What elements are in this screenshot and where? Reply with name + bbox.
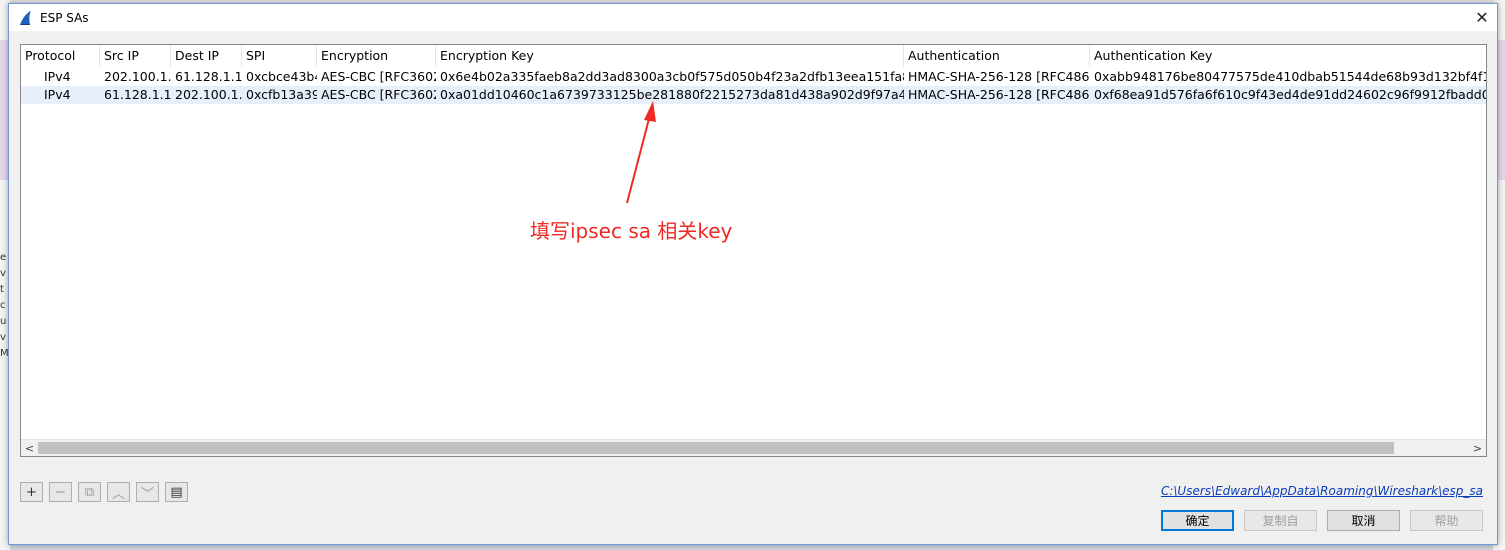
cell-encryption[interactable]: AES-CBC [RFC3602] [317, 86, 436, 104]
cell-encryption[interactable]: AES-CBC [RFC3602] [317, 68, 436, 86]
column-header-dest-ip[interactable]: Dest IP [171, 45, 242, 67]
cell-encryption-key[interactable]: 0x6e4b02a335faeb8a2dd3ad8300a3cb0f575d05… [436, 68, 904, 86]
chevron-down-icon: ﹀ [140, 486, 154, 502]
minus-icon: − [55, 484, 66, 500]
sa-toolbar: + − ⧉ ︿ ﹀ ▤ [20, 482, 188, 502]
cell-protocol[interactable]: IPv4 [21, 68, 100, 86]
column-header-src-ip[interactable]: Src IP [100, 45, 171, 67]
table-row[interactable]: IPv461.128.1.10202.100.1.10xcfb13a39AES-… [21, 86, 1486, 104]
scroll-right-icon[interactable]: > [1469, 440, 1486, 456]
column-header-encryption-key[interactable]: Encryption Key [436, 45, 904, 67]
chevron-up-icon: ︿ [111, 486, 125, 502]
column-header-encryption[interactable]: Encryption [317, 45, 436, 67]
clear-list-icon: ▤ [170, 484, 183, 500]
help-button[interactable]: 帮助 [1410, 510, 1483, 531]
table-header: Protocol Src IP Dest IP SPI Encryption Encryp… [21, 45, 1486, 67]
cell-authentication-key[interactable]: 0xf68ea91d576fa6f610c9f43ed4de91dd24602c… [1090, 86, 1486, 104]
copy-entry-button[interactable]: ⧉ [78, 482, 101, 502]
cell-spi[interactable]: 0xcfb13a39 [242, 86, 317, 104]
clear-entries-button[interactable]: ▤ [165, 482, 188, 502]
cell-encryption-key[interactable]: 0xa01dd10460c1a6739733125be281880f221527… [436, 86, 904, 104]
esp-sa-table[interactable]: Protocol Src IP Dest IP SPI Encryption Encryp… [20, 44, 1487, 457]
cell-dest-ip[interactable]: 202.100.1.1 [171, 86, 242, 104]
close-icon: ✕ [1475, 8, 1489, 27]
cell-dest-ip[interactable]: 61.128.1.10 [171, 68, 242, 86]
column-header-authentication-key[interactable]: Authentication Key [1090, 45, 1486, 67]
cell-authentication-key[interactable]: 0xabb948176be80477575de410dbab51544de68b… [1090, 68, 1486, 86]
copy-icon: ⧉ [84, 484, 95, 500]
copy-from-button[interactable]: 复制自 [1244, 510, 1317, 531]
add-entry-button[interactable]: + [20, 482, 43, 502]
cell-authentication[interactable]: HMAC-SHA-256-128 [RFC4868] [904, 68, 1090, 86]
plus-icon: + [26, 484, 37, 500]
scroll-thumb[interactable] [38, 442, 1394, 454]
title-bar[interactable]: ESP SAs ✕ [9, 4, 1497, 31]
close-button[interactable]: ✕ [1467, 4, 1497, 31]
table-row[interactable]: IPv4202.100.1.161.128.1.100xcbce43b4AES-… [21, 68, 1486, 86]
column-header-protocol[interactable]: Protocol [21, 45, 100, 67]
table-body: IPv4202.100.1.161.128.1.100xcbce43b4AES-… [21, 68, 1486, 104]
ok-button[interactable]: 确定 [1161, 510, 1234, 531]
config-file-path-link[interactable]: C:\Users\Edward\AppData\Roaming\Wireshar… [1161, 484, 1483, 498]
cell-src-ip[interactable]: 61.128.1.10 [100, 86, 171, 104]
column-header-spi[interactable]: SPI [242, 45, 317, 67]
window-title: ESP SAs [40, 10, 89, 25]
dialog-buttons: 确定 复制自 取消 帮助 [1161, 510, 1483, 531]
cell-src-ip[interactable]: 202.100.1.1 [100, 68, 171, 86]
cell-spi[interactable]: 0xcbce43b4 [242, 68, 317, 86]
cell-protocol[interactable]: IPv4 [21, 86, 100, 104]
scroll-left-icon[interactable]: < [21, 440, 38, 456]
column-header-authentication[interactable]: Authentication [904, 45, 1090, 67]
move-down-button[interactable]: ﹀ [136, 482, 159, 502]
cell-authentication[interactable]: HMAC-SHA-256-128 [RFC4868] [904, 86, 1090, 104]
remove-entry-button[interactable]: − [49, 482, 72, 502]
cancel-button[interactable]: 取消 [1327, 510, 1400, 531]
move-up-button[interactable]: ︿ [107, 482, 130, 502]
esp-sas-dialog: ESP SAs ✕ Protocol Src IP Dest IP SPI Encryp… [8, 3, 1498, 545]
annotation-text: 填写ipsec sa 相关key [530, 219, 733, 243]
horizontal-scrollbar[interactable]: < > [21, 439, 1486, 456]
wireshark-fin-icon [20, 10, 31, 25]
